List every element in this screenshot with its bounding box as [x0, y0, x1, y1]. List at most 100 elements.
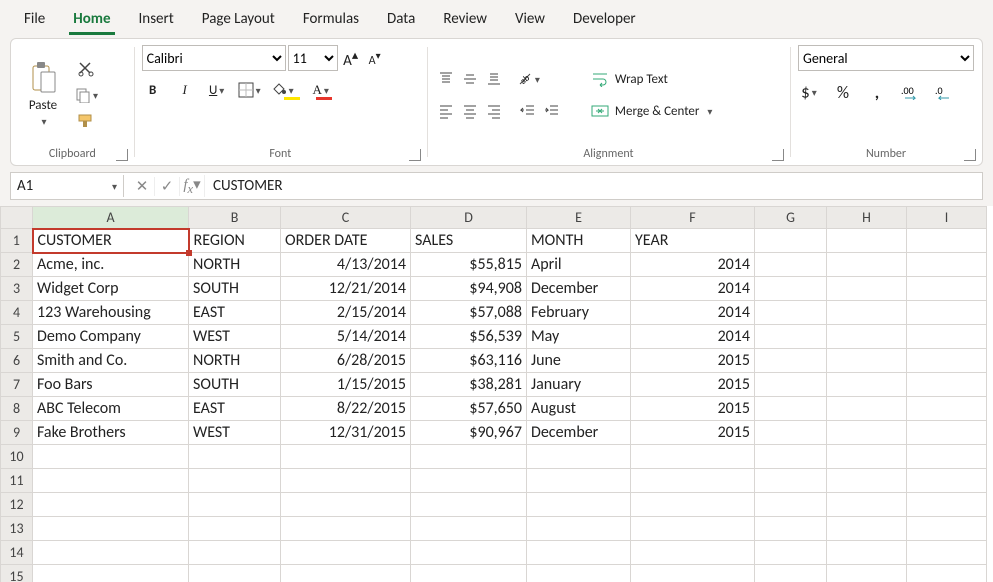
cell[interactable]	[189, 493, 281, 517]
row-header[interactable]: 10	[1, 445, 33, 469]
copy-button[interactable]: ▾	[75, 84, 98, 106]
formula-input[interactable]: CUSTOMER	[205, 175, 982, 197]
font-size-combo[interactable]: 11	[288, 45, 338, 71]
cell[interactable]: 2015	[631, 421, 755, 445]
cell[interactable]	[411, 541, 527, 565]
align-middle-button[interactable]	[459, 68, 481, 90]
cell[interactable]	[907, 565, 987, 582]
cell[interactable]	[907, 445, 987, 469]
cell[interactable]: SALES	[411, 229, 527, 253]
cell[interactable]	[189, 541, 281, 565]
cell[interactable]: 2014	[631, 301, 755, 325]
cell[interactable]	[827, 229, 907, 253]
cell[interactable]	[907, 493, 987, 517]
cell[interactable]: 2014	[631, 325, 755, 349]
cell[interactable]	[907, 349, 987, 373]
cell[interactable]	[827, 349, 907, 373]
paste-button[interactable]: Paste ▾	[19, 59, 67, 131]
col-header-A[interactable]: A	[33, 207, 189, 229]
row-header[interactable]: 2	[1, 253, 33, 277]
col-header-I[interactable]: I	[907, 207, 987, 229]
cell[interactable]	[907, 325, 987, 349]
cell[interactable]	[755, 565, 827, 582]
cell[interactable]: NORTH	[189, 253, 281, 277]
font-family-combo[interactable]: Calibri	[142, 45, 286, 71]
cell[interactable]	[411, 445, 527, 469]
cell[interactable]	[907, 253, 987, 277]
row-header[interactable]: 9	[1, 421, 33, 445]
decrease-indent-button[interactable]	[517, 100, 539, 122]
cell[interactable]	[907, 469, 987, 493]
row-header[interactable]: 5	[1, 325, 33, 349]
cell[interactable]	[827, 277, 907, 301]
dialog-launcher-icon[interactable]	[772, 149, 784, 161]
cell[interactable]	[631, 517, 755, 541]
cell[interactable]	[827, 541, 907, 565]
cell[interactable]: $57,088	[411, 301, 527, 325]
menu-view[interactable]: View	[501, 4, 559, 34]
cell[interactable]	[527, 565, 631, 582]
cell[interactable]: 2015	[631, 397, 755, 421]
cell[interactable]	[755, 469, 827, 493]
cell[interactable]: Demo Company	[33, 325, 189, 349]
cell[interactable]	[907, 517, 987, 541]
cell[interactable]	[281, 469, 411, 493]
wrap-text-button[interactable]: Wrap Text	[585, 68, 674, 90]
cell[interactable]	[281, 445, 411, 469]
cell[interactable]	[527, 445, 631, 469]
cell[interactable]	[907, 301, 987, 325]
cell[interactable]: $90,967	[411, 421, 527, 445]
cell[interactable]	[755, 325, 827, 349]
menu-home[interactable]: Home	[59, 4, 124, 34]
cell[interactable]	[755, 277, 827, 301]
cell[interactable]	[827, 325, 907, 349]
align-center-button[interactable]	[459, 100, 481, 122]
number-format-combo[interactable]: General	[798, 45, 974, 71]
cell[interactable]: $57,650	[411, 397, 527, 421]
cell[interactable]: December	[527, 277, 631, 301]
cell[interactable]	[281, 517, 411, 541]
cell[interactable]	[827, 397, 907, 421]
cell[interactable]: EAST	[189, 397, 281, 421]
cell[interactable]	[907, 229, 987, 253]
cell[interactable]	[755, 493, 827, 517]
cell[interactable]	[631, 493, 755, 517]
cell[interactable]: $63,116	[411, 349, 527, 373]
cell[interactable]: 2015	[631, 373, 755, 397]
menu-page-layout[interactable]: Page Layout	[188, 4, 289, 34]
row-header[interactable]: 14	[1, 541, 33, 565]
align-top-button[interactable]	[435, 68, 457, 90]
row-header[interactable]: 7	[1, 373, 33, 397]
cell[interactable]	[755, 301, 827, 325]
cell[interactable]: June	[527, 349, 631, 373]
cell[interactable]	[907, 541, 987, 565]
dialog-launcher-icon[interactable]	[964, 149, 976, 161]
cell[interactable]: 8/22/2015	[281, 397, 411, 421]
orientation-button[interactable]: ab▾	[517, 68, 540, 90]
cell[interactable]	[907, 277, 987, 301]
cell[interactable]	[827, 253, 907, 277]
cell[interactable]: April	[527, 253, 631, 277]
cell[interactable]: ORDER DATE	[281, 229, 411, 253]
cell[interactable]	[411, 493, 527, 517]
cell[interactable]	[281, 565, 411, 582]
col-header-E[interactable]: E	[527, 207, 631, 229]
cell[interactable]	[189, 565, 281, 582]
row-header[interactable]: 15	[1, 565, 33, 582]
cell[interactable]: $56,539	[411, 325, 527, 349]
cell[interactable]	[827, 565, 907, 582]
comma-format-button[interactable]: ,	[866, 81, 888, 103]
cell[interactable]	[527, 517, 631, 541]
cell[interactable]: 2/15/2014	[281, 301, 411, 325]
menu-developer[interactable]: Developer	[559, 4, 650, 34]
cell[interactable]: December	[527, 421, 631, 445]
col-header-D[interactable]: D	[411, 207, 527, 229]
name-box[interactable]: A1 ▾	[11, 175, 124, 197]
align-right-button[interactable]	[483, 100, 505, 122]
cell[interactable]	[827, 493, 907, 517]
cell[interactable]	[527, 541, 631, 565]
col-header-H[interactable]: H	[827, 207, 907, 229]
menu-formulas[interactable]: Formulas	[289, 4, 373, 34]
row-header[interactable]: 11	[1, 469, 33, 493]
menu-insert[interactable]: Insert	[125, 4, 188, 34]
